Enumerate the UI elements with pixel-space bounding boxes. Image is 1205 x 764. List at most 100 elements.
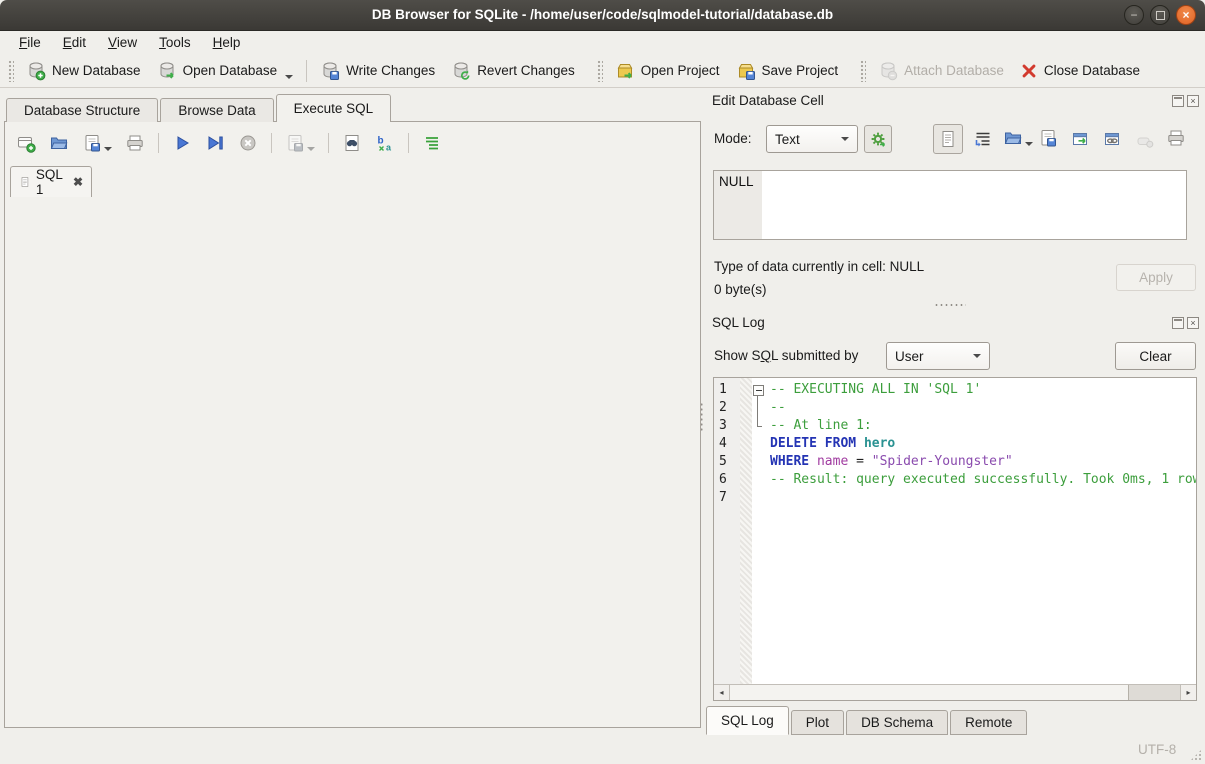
revert-changes-button[interactable]: Revert Changes	[443, 57, 583, 85]
toolbar-grip[interactable]	[8, 60, 14, 82]
line-number: 5	[714, 453, 740, 471]
menu-help[interactable]: Help	[202, 32, 252, 53]
word-wrap-button[interactable]	[973, 129, 993, 149]
external-window-icon	[1070, 129, 1090, 149]
submitted-by-value: User	[895, 349, 924, 364]
sql-log-view[interactable]: 1234567 -- EXECUTING ALL IN 'SQL 1'---- …	[713, 377, 1197, 701]
close-button[interactable]: ×	[1176, 5, 1196, 25]
tab-browse-data[interactable]: Browse Data	[160, 98, 273, 122]
scrollbar-thumb[interactable]	[730, 685, 1129, 700]
project-save-icon	[736, 61, 756, 81]
menu-edit[interactable]: Edit	[52, 32, 97, 53]
write-changes-button[interactable]: Write Changes	[312, 57, 443, 85]
format-sql-button[interactable]	[422, 133, 442, 153]
combo-caret-icon	[973, 354, 981, 358]
auto-apply-button[interactable]	[864, 125, 892, 153]
open-project-button[interactable]: Open Project	[607, 57, 728, 85]
print-cell-button[interactable]	[1166, 128, 1186, 148]
maximize-button[interactable]	[1150, 5, 1170, 25]
apply-button[interactable]: Apply	[1116, 264, 1196, 291]
line-number: 1	[714, 381, 740, 399]
line-number: 7	[714, 489, 740, 507]
dropdown-caret-icon[interactable]	[285, 75, 293, 79]
clear-log-button[interactable]: Clear	[1115, 342, 1196, 370]
submitted-by-combobox[interactable]: User	[886, 342, 990, 370]
import-cell-data-button[interactable]	[1003, 128, 1033, 148]
print-icon	[1166, 128, 1186, 148]
open-external-button[interactable]	[1070, 129, 1090, 149]
attach-database-button[interactable]: Attach Database	[870, 57, 1012, 85]
save-project-label: Save Project	[762, 63, 839, 78]
link-icon	[1102, 129, 1122, 149]
minimize-button[interactable]: −	[1124, 5, 1144, 25]
open-file-icon	[49, 133, 69, 153]
scroll-left-arrow[interactable]: ◂	[714, 685, 730, 700]
toolbar-grip[interactable]	[597, 60, 603, 82]
tab-database-structure[interactable]: Database Structure	[6, 98, 158, 122]
open-database-button[interactable]: Open Database	[149, 57, 302, 85]
cell-log-splitter[interactable]	[713, 301, 1187, 308]
set-null-button[interactable]	[1135, 131, 1155, 151]
close-database-label: Close Database	[1044, 63, 1140, 78]
scroll-right-arrow[interactable]: ▸	[1180, 685, 1196, 700]
stop-icon	[238, 133, 258, 153]
replace-button[interactable]	[375, 133, 395, 153]
menu-tools[interactable]: Tools	[148, 32, 202, 53]
mode-value: Text	[775, 132, 800, 147]
dock-float-button[interactable]	[1172, 95, 1184, 107]
new-tab-icon	[16, 133, 36, 153]
dock-close-icon: ×	[1190, 97, 1195, 106]
execute-all-button[interactable]	[172, 133, 192, 153]
resize-grip[interactable]	[1190, 749, 1202, 761]
print-button[interactable]	[125, 133, 145, 153]
fold-margin	[740, 378, 752, 700]
open-new-tab-button[interactable]	[16, 133, 36, 153]
minimize-icon: −	[1130, 9, 1137, 21]
find-button[interactable]	[342, 133, 362, 153]
dock-close-button[interactable]: ×	[1187, 317, 1199, 329]
toolbar-separator	[271, 133, 272, 153]
line-number-gutter: 1234567	[714, 378, 740, 700]
write-changes-label: Write Changes	[346, 63, 435, 78]
tab-execute-sql[interactable]: Execute SQL	[276, 94, 392, 122]
cell-null-value: NULL	[714, 171, 762, 239]
main-tab-bar: Database Structure Browse Data Execute S…	[6, 95, 391, 122]
close-database-button[interactable]: Close Database	[1012, 58, 1148, 84]
tab-sql-log[interactable]: SQL Log	[706, 706, 789, 735]
database-open-icon	[157, 61, 177, 81]
code-line: --	[766, 399, 1196, 417]
fold-marker-icon[interactable]	[752, 381, 766, 399]
execute-line-button[interactable]	[205, 133, 225, 153]
open-sql-file-button[interactable]	[49, 133, 69, 153]
copy-link-button[interactable]	[1102, 129, 1122, 149]
open-file-icon	[1003, 128, 1023, 148]
log-horizontal-scrollbar[interactable]: ◂ ▸	[714, 684, 1196, 700]
save-results-button[interactable]	[285, 133, 315, 153]
show-sql-label: Show SQL submitted by	[714, 348, 858, 363]
menu-view[interactable]: View	[97, 32, 148, 53]
dock-float-button[interactable]	[1172, 317, 1184, 329]
new-database-button[interactable]: New Database	[18, 57, 149, 85]
mode-combobox[interactable]: Text	[766, 125, 858, 153]
save-project-button[interactable]: Save Project	[728, 57, 847, 85]
sql-log-panel: 1234567 -- EXECUTING ALL IN 'SQL 1'---- …	[713, 377, 1197, 701]
export-cell-data-button[interactable]	[1038, 128, 1058, 148]
dock-close-button[interactable]: ×	[1187, 95, 1199, 107]
save-sql-file-button[interactable]	[82, 133, 112, 153]
line-number: 4	[714, 435, 740, 453]
close-tab-icon[interactable]: ✖	[73, 175, 83, 189]
toolbar-grip[interactable]	[860, 60, 866, 82]
mode-label: Mode:	[714, 131, 752, 146]
menu-file[interactable]: File	[8, 32, 52, 53]
sql-tab[interactable]: SQL 1 ✖	[10, 166, 92, 197]
tab-db-schema[interactable]: DB Schema	[846, 710, 948, 735]
line-number: 3	[714, 417, 740, 435]
tab-plot[interactable]: Plot	[791, 710, 844, 735]
stop-button[interactable]	[238, 133, 258, 153]
toolbar-separator	[328, 133, 329, 153]
code-line: DELETE FROM hero	[766, 435, 1196, 453]
tab-remote[interactable]: Remote	[950, 710, 1027, 735]
cell-value-editor[interactable]: NULL	[713, 170, 1187, 240]
bottom-tab-bar: SQL Log Plot DB Schema Remote	[706, 708, 1027, 735]
text-mode-toggle-button[interactable]	[933, 124, 963, 154]
